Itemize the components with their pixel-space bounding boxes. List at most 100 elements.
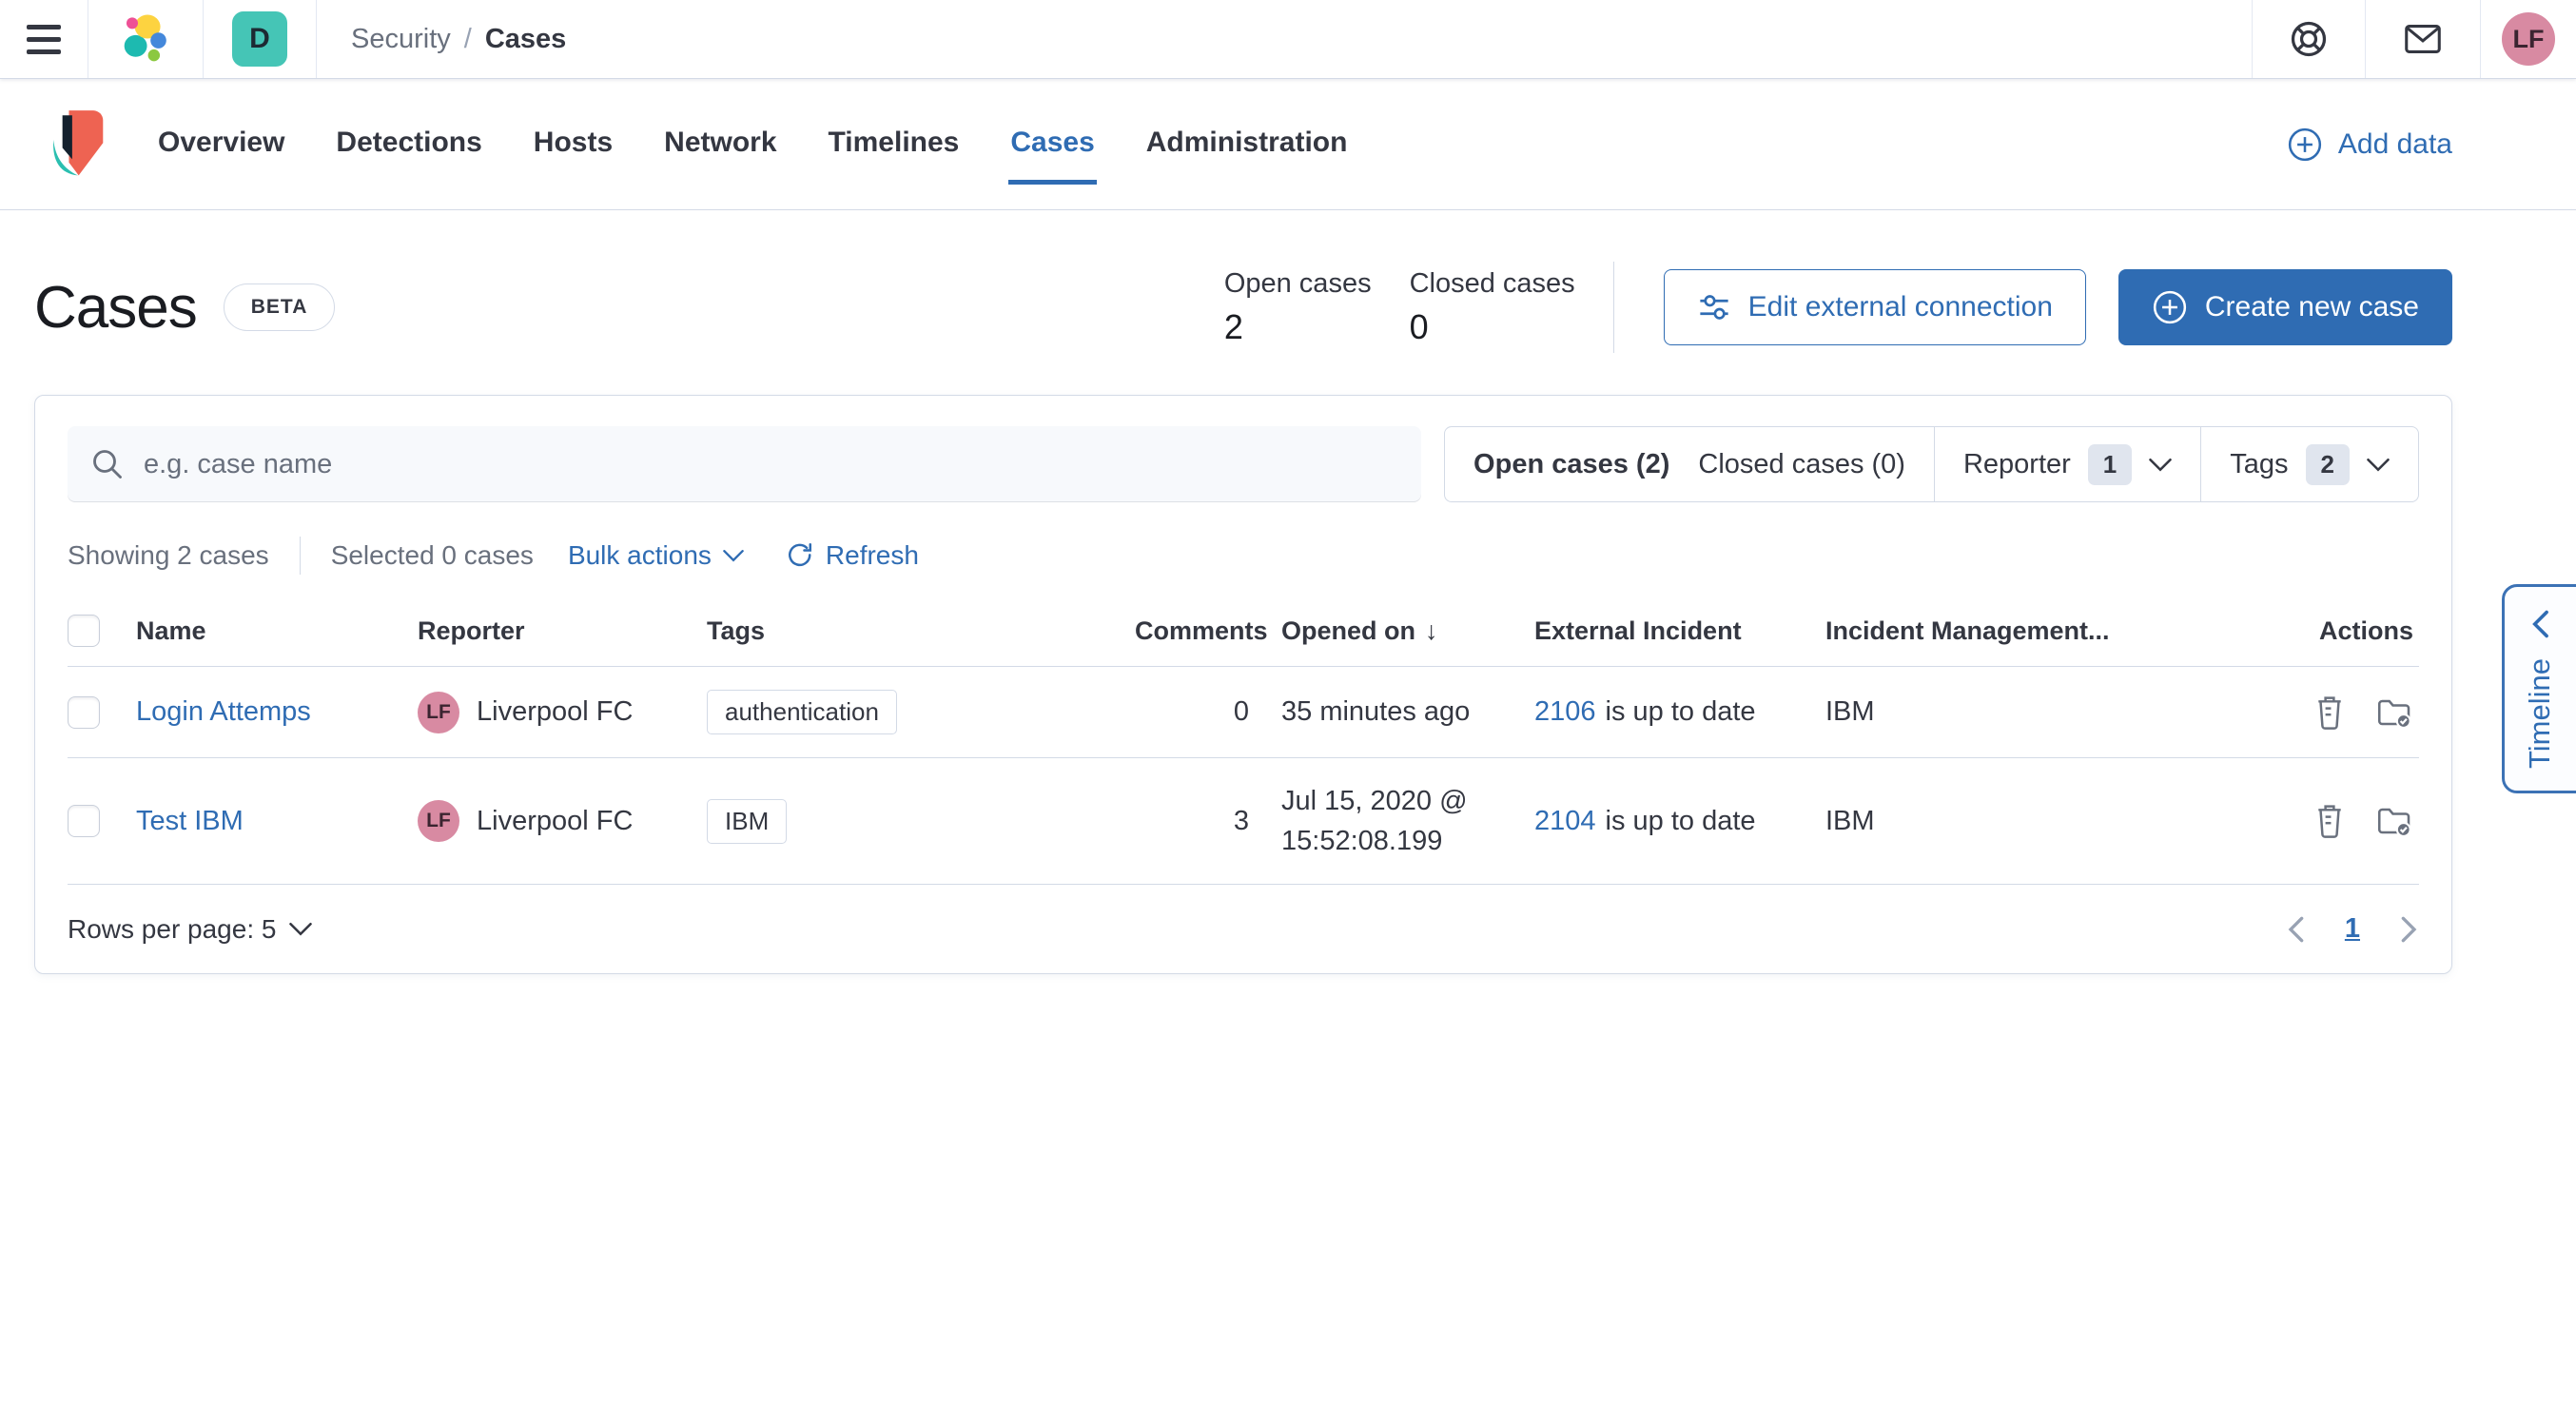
closed-cases-stat: Closed cases 0 — [1410, 268, 1575, 347]
push-external-incident-icon[interactable] — [2375, 804, 2413, 838]
opened-on-value: Jul 15, 2020 @ 15:52:08.199 — [1281, 786, 1468, 857]
chevron-down-icon — [2367, 458, 2390, 472]
next-page-icon[interactable] — [2400, 915, 2419, 944]
elastic-logo-section — [88, 0, 204, 78]
external-incident-link[interactable]: 2106 — [1534, 696, 1596, 727]
tab-administration[interactable]: Administration — [1144, 104, 1350, 185]
case-name-link[interactable]: Login Attemps — [136, 696, 311, 727]
cases-table: Name Reporter Tags Comments Opened on ↓ E… — [68, 601, 2419, 885]
table-utility-bar: Showing 2 cases Selected 0 cases Bulk ac… — [68, 537, 2419, 575]
tab-cases[interactable]: Cases — [1008, 104, 1097, 185]
breadcrumb-security[interactable]: Security — [351, 24, 451, 55]
table-row: Login Attemps LF Liverpool FC authentica… — [68, 666, 2419, 758]
external-incident-link[interactable]: 2104 — [1534, 806, 1596, 836]
reporter-filter-label: Reporter — [1962, 448, 2071, 479]
nav-tabs: Overview Detections Hosts Network Timeli… — [156, 104, 1349, 185]
search-icon — [93, 450, 122, 479]
refresh-button[interactable]: Refresh — [786, 540, 919, 571]
tag-badge: authentication — [707, 690, 897, 734]
delete-case-icon[interactable] — [2313, 803, 2347, 839]
plus-circle-icon — [2288, 127, 2321, 161]
open-cases-stat: Open cases 2 — [1224, 268, 1372, 347]
table-header-row: Name Reporter Tags Comments Opened on ↓ E… — [68, 601, 2419, 667]
reporter-name: Liverpool FC — [477, 696, 634, 727]
bulk-actions-button[interactable]: Bulk actions — [568, 540, 744, 571]
tab-timelines[interactable]: Timelines — [827, 104, 962, 185]
tab-overview[interactable]: Overview — [156, 104, 286, 185]
page-title: Cases — [34, 274, 198, 341]
add-data-label: Add data — [2337, 127, 2452, 160]
sort-desc-icon: ↓ — [1425, 616, 1438, 645]
menu-section — [0, 0, 88, 78]
comments-count: 0 — [1233, 696, 1249, 727]
security-app-icon — [53, 109, 104, 175]
page-number-1[interactable]: 1 — [2345, 913, 2360, 945]
filter-tags[interactable]: Tags 2 — [2200, 427, 2418, 501]
mail-icon[interactable] — [2400, 17, 2446, 61]
pagination: 1 — [2286, 913, 2419, 945]
external-incident-status: is up to date — [1605, 696, 1756, 727]
rows-per-page-button[interactable]: Rows per page: 5 — [68, 914, 313, 945]
page-head: Cases BETA Open cases 2 Closed cases 0 E… — [34, 262, 2452, 353]
opened-on-value: 35 minutes ago — [1281, 696, 1471, 728]
case-name-link[interactable]: Test IBM — [136, 806, 244, 836]
case-search-input[interactable] — [144, 448, 1399, 480]
user-section: LF — [2480, 0, 2576, 78]
tab-hosts[interactable]: Hosts — [532, 104, 615, 185]
showing-count-text: Showing 2 cases — [68, 540, 269, 570]
delete-case-icon[interactable] — [2313, 694, 2347, 731]
breadcrumb: Security / Cases — [317, 0, 593, 78]
table-footer: Rows per page: 5 1 — [68, 890, 2419, 958]
timeline-flyout-toggle[interactable]: Timeline — [2502, 584, 2576, 793]
row-checkbox[interactable] — [68, 695, 100, 729]
top-chrome-bar: D Security / Cases LF — [0, 0, 2576, 79]
reporter-avatar: LF — [418, 800, 459, 843]
push-external-incident-icon[interactable] — [2375, 695, 2413, 730]
col-comments: Comments — [1135, 616, 1268, 645]
sliders-icon — [1700, 295, 1728, 320]
filter-group: Open cases (2) Closed cases (0) Reporter… — [1444, 426, 2419, 502]
add-data-button[interactable]: Add data — [2287, 127, 2452, 163]
tab-detections[interactable]: Detections — [334, 104, 483, 185]
hamburger-menu-icon[interactable] — [27, 24, 61, 54]
security-app-nav: Overview Detections Hosts Network Timeli… — [0, 79, 2576, 210]
reporter-count-badge: 1 — [2087, 443, 2133, 485]
chevron-down-icon — [723, 550, 744, 562]
filter-open-cases[interactable]: Open cases (2) — [1445, 427, 1683, 501]
table-row: Test IBM LF Liverpool FC IBM 3 Jul 15, 2… — [68, 757, 2419, 885]
external-incident-status: is up to date — [1605, 805, 1756, 836]
col-tags: Tags — [707, 616, 766, 645]
space-section: D — [204, 0, 317, 78]
refresh-icon — [788, 542, 811, 567]
previous-page-icon[interactable] — [2286, 915, 2305, 944]
col-opened-on[interactable]: Opened on ↓ — [1249, 601, 1534, 667]
chevron-down-icon — [289, 923, 313, 936]
filter-reporter[interactable]: Reporter 1 — [1933, 427, 2200, 501]
space-badge[interactable]: D — [232, 11, 287, 67]
selected-count-text: Selected 0 cases — [330, 540, 534, 570]
timeline-flyout-label: Timeline — [2523, 658, 2556, 769]
user-avatar[interactable]: LF — [2502, 12, 2555, 66]
help-icon[interactable] — [2287, 17, 2331, 61]
col-name[interactable]: Name — [136, 601, 418, 667]
tag-badge: IBM — [707, 798, 788, 844]
filter-closed-cases[interactable]: Closed cases (0) — [1683, 427, 1934, 501]
col-reporter: Reporter — [418, 616, 525, 645]
reporter-avatar: LF — [418, 691, 459, 733]
reporter-name: Liverpool FC — [477, 805, 634, 836]
incident-management-value: IBM — [1825, 805, 1875, 836]
breadcrumb-current: Cases — [484, 23, 567, 54]
plus-circle-icon — [2153, 290, 2186, 324]
closed-cases-value: 0 — [1409, 306, 1429, 346]
tags-filter-label: Tags — [2230, 448, 2289, 479]
elastic-logo-icon[interactable] — [121, 13, 170, 65]
closed-cases-label: Closed cases — [1409, 267, 1575, 299]
create-new-case-button[interactable]: Create new case — [2117, 269, 2452, 345]
case-search-box — [68, 426, 1422, 502]
beta-badge: BETA — [223, 283, 336, 331]
row-checkbox[interactable] — [68, 805, 100, 838]
edit-external-connection-button[interactable]: Edit external connection — [1663, 269, 2086, 345]
chevron-left-icon — [2532, 610, 2548, 638]
tab-network[interactable]: Network — [662, 104, 778, 185]
select-all-checkbox[interactable] — [68, 615, 100, 647]
